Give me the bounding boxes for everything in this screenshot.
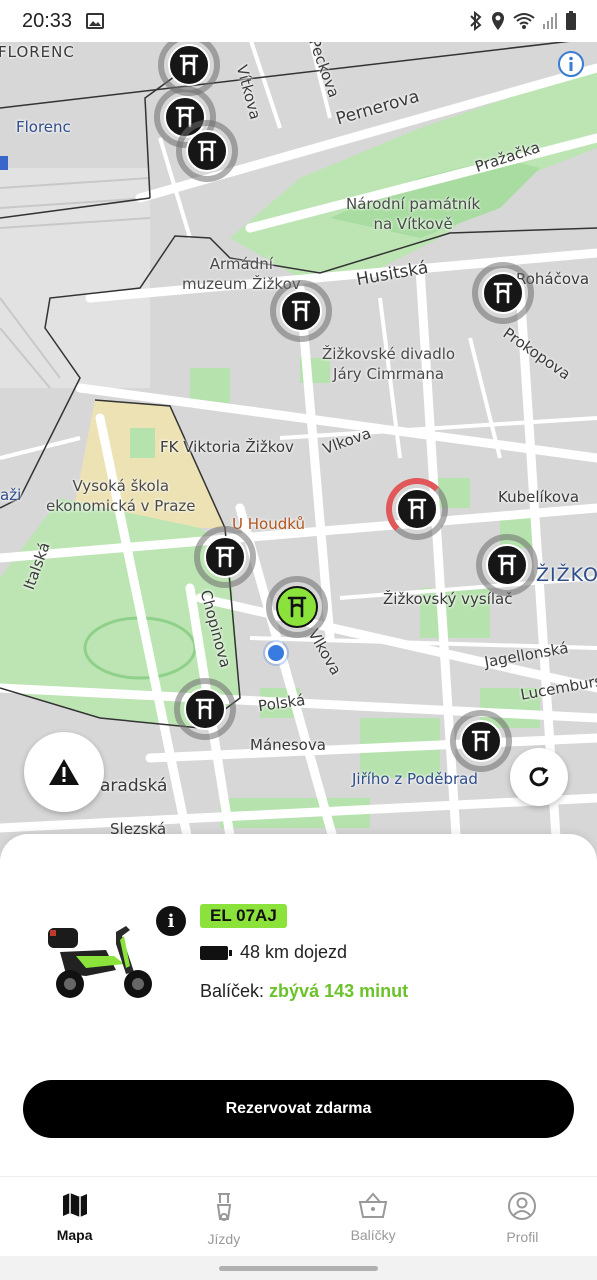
- bluetooth-icon: [470, 11, 482, 31]
- scooter-marker[interactable]: [476, 534, 538, 596]
- map-label: aradská: [100, 776, 168, 796]
- scooter-marker-selected[interactable]: [266, 576, 328, 638]
- scooter-marker[interactable]: [450, 710, 512, 772]
- image-icon: [86, 13, 104, 29]
- scooter-marker[interactable]: [176, 120, 238, 182]
- map-label: aži: [0, 486, 22, 504]
- scooter-icon: [216, 1193, 232, 1221]
- scooter-icon: [471, 730, 491, 752]
- map-icon: [62, 1193, 87, 1217]
- wifi-icon: [513, 13, 535, 29]
- nav-label: Mapa: [56, 1227, 93, 1243]
- map-label: Jiřího z Poděbrad: [352, 770, 478, 788]
- signal-icon: [543, 13, 557, 29]
- nav-label: Jízdy: [207, 1231, 241, 1247]
- scooter-icon: [179, 54, 199, 76]
- scooter-marker[interactable]: [472, 262, 534, 324]
- info-glyph: i: [167, 910, 175, 932]
- nav-label: Balíčky: [350, 1227, 396, 1243]
- status-bar: 20:33: [0, 0, 597, 42]
- nav-item-map[interactable]: Mapa: [0, 1177, 149, 1256]
- scooter-marker-low-battery[interactable]: [386, 478, 448, 540]
- map-label: Mánesova: [250, 736, 326, 754]
- nav-label: Profil: [506, 1229, 539, 1245]
- map-label: Žižkovské divadlo Járy Cimrmana: [322, 345, 456, 383]
- map-label: Národní památník na Vítkově: [346, 195, 481, 233]
- map-label: Kubelíkova: [498, 488, 580, 506]
- map-label: Vysoká škola ekonomická v Praze: [46, 477, 196, 515]
- scooter-icon: [195, 698, 215, 720]
- map-label: FLORENC: [0, 43, 75, 61]
- reserve-button[interactable]: Rezervovat zdarma: [23, 1080, 574, 1138]
- profile-icon: [508, 1192, 537, 1220]
- scooter-icon: [407, 498, 427, 520]
- scooter-icon: [291, 300, 311, 322]
- scooter-marker[interactable]: [270, 280, 332, 342]
- nav-item-rides[interactable]: Jízdy: [149, 1177, 298, 1256]
- package-row: Balíček: zbývá 143 minut: [200, 981, 408, 1002]
- scooter-icon: [197, 140, 217, 162]
- status-time: 20:33: [22, 10, 73, 32]
- report-problem-button[interactable]: [24, 732, 104, 812]
- location-pin-icon: [492, 12, 504, 30]
- scooter-image: [48, 926, 152, 998]
- scooter-icon: [215, 546, 235, 568]
- bottom-navigation: Mapa Jízdy Balíčky Profil: [0, 1176, 597, 1256]
- nav-item-profile[interactable]: Profil: [448, 1177, 597, 1256]
- scooter-icon: [497, 554, 517, 576]
- battery-icon: [566, 11, 576, 30]
- nav-item-packages[interactable]: Balíčky: [299, 1177, 448, 1256]
- status-icons: [469, 11, 577, 31]
- scooter-marker[interactable]: [174, 678, 236, 740]
- map-label: ŽIŽKO: [536, 564, 597, 586]
- refresh-icon: [529, 767, 549, 787]
- basket-icon: [358, 1192, 388, 1218]
- system-home-bar: [0, 1256, 597, 1280]
- map-label: FK Viktoria Žižkov: [160, 438, 294, 456]
- home-indicator[interactable]: [219, 1266, 378, 1271]
- scooter-icon: [287, 596, 307, 618]
- package-remaining: zbývá 143 minut: [269, 981, 409, 1001]
- battery-icon: [200, 945, 232, 960]
- user-location-dot: [265, 642, 287, 664]
- scooter-icon: [493, 282, 513, 304]
- vehicle-info-button[interactable]: i: [156, 906, 186, 936]
- map-view[interactable]: FLORENC Florenc Vítkova Peckova Pernerov…: [0, 38, 597, 898]
- info-icon[interactable]: [557, 50, 585, 78]
- map-label: Florenc: [16, 118, 71, 136]
- warning-icon: [49, 759, 79, 785]
- range-row: 48 km dojezd: [200, 942, 347, 963]
- vehicle-detail-sheet: i EL 07AJ 48 km dojezd Balíček: zbývá 14…: [0, 834, 597, 1176]
- scooter-marker[interactable]: [194, 526, 256, 588]
- refresh-button[interactable]: [510, 748, 568, 806]
- package-label: Balíček:: [200, 981, 265, 1001]
- license-plate-badge: EL 07AJ: [200, 904, 287, 928]
- range-text: 48 km dojezd: [240, 942, 348, 962]
